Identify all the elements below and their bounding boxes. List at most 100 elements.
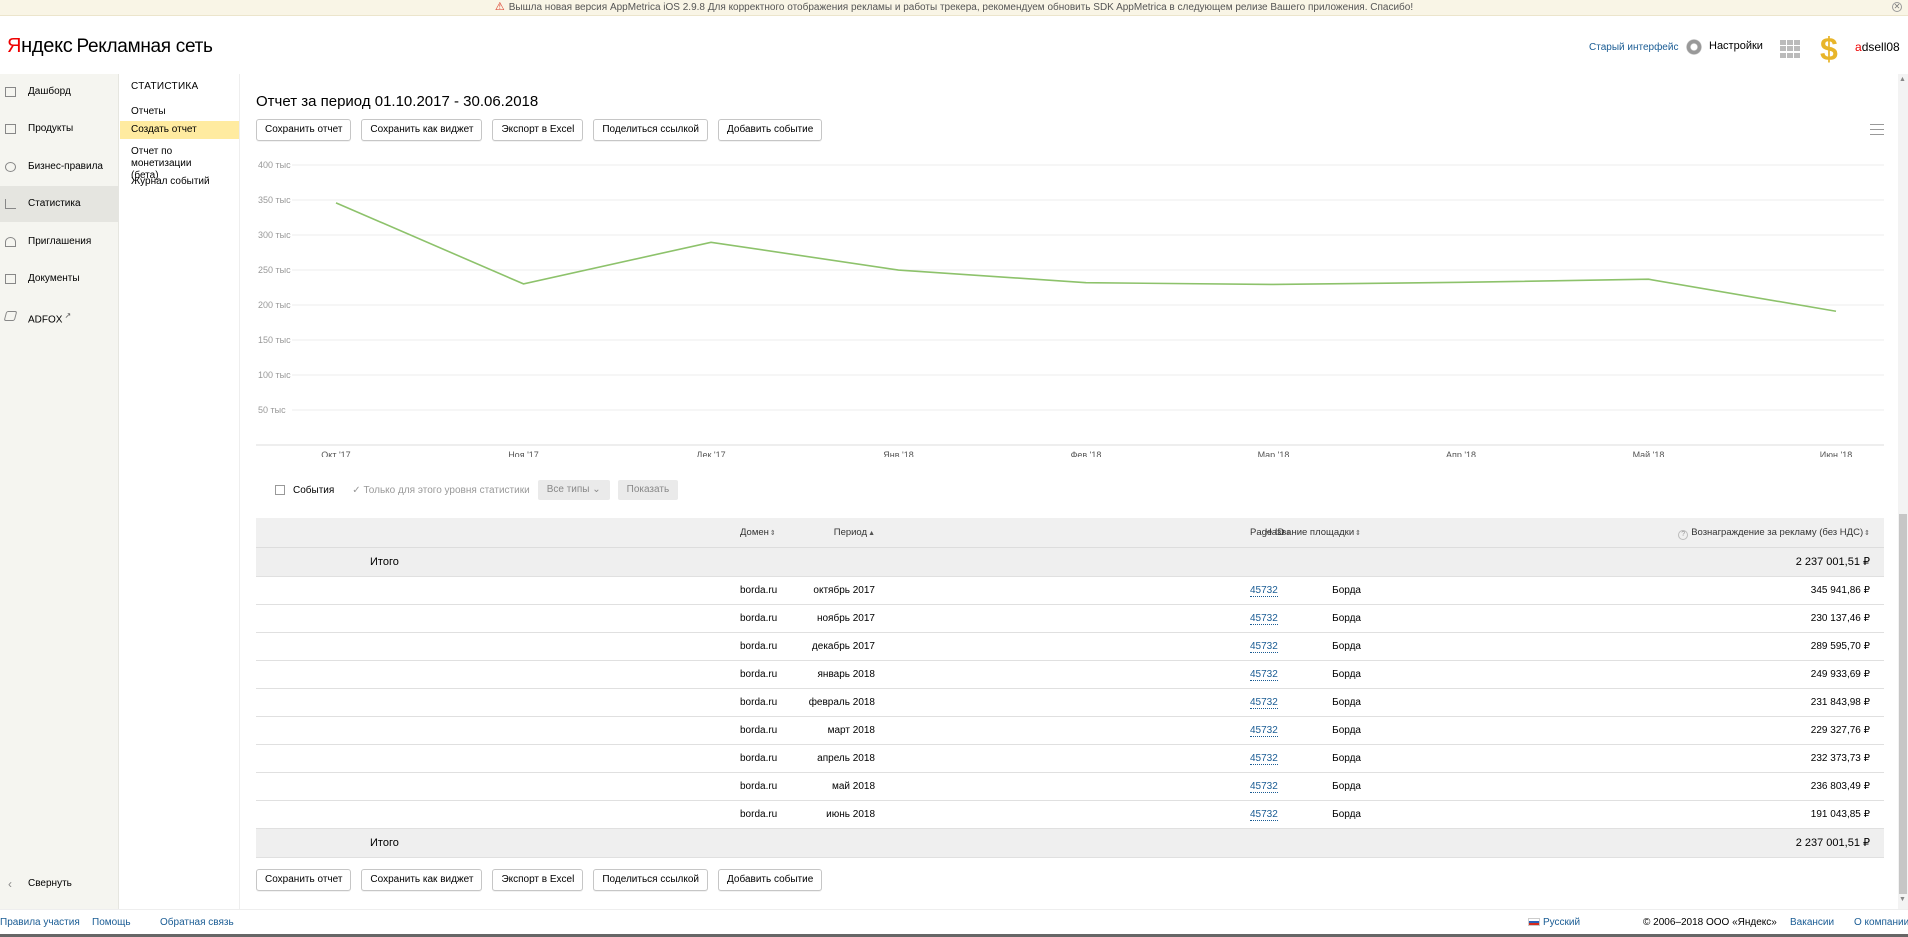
page-id-link[interactable]: 45732: [1250, 585, 1278, 597]
sidebar-item-statistics[interactable]: Статистика: [0, 186, 119, 222]
share-link-button[interactable]: Поделиться ссылкой: [593, 869, 708, 891]
cell-revenue: 232 373,73 ₽: [1810, 753, 1870, 764]
rules-icon: [5, 162, 16, 172]
only-level-label: Только для этого уровня статистики: [363, 484, 530, 496]
data-point[interactable]: [1647, 277, 1651, 281]
header-page-id[interactable]: Page ID⇕: [1250, 518, 1291, 549]
only-level-checkbox[interactable]: ✓ Только для этого уровня статистики: [352, 485, 529, 496]
user-login[interactable]: adsell08: [1855, 40, 1900, 54]
settings-link[interactable]: Настройки: [1709, 40, 1763, 52]
cell-page-id: 45732: [1250, 773, 1278, 801]
x-tick-label: Ноя '17: [508, 450, 539, 457]
page-id-link[interactable]: 45732: [1250, 613, 1278, 625]
data-point[interactable]: [709, 240, 713, 244]
user-rest: dsell08: [1861, 40, 1900, 54]
sidebar-item-business-rules[interactable]: Бизнес-правила: [0, 149, 119, 185]
data-point[interactable]: [1272, 282, 1276, 286]
header: Яндекс Рекламная сеть Старый интерфейс На…: [0, 16, 1908, 74]
page-id-link[interactable]: 45732: [1250, 697, 1278, 709]
subnav-create-report[interactable]: Создать отчет: [120, 121, 239, 139]
cell-domain: borda.ru: [740, 725, 778, 736]
cell-domain: borda.ru: [740, 809, 778, 820]
sort-icon: ⇕: [1864, 530, 1870, 537]
events-checkbox[interactable]: [275, 485, 285, 495]
footer-rules-link[interactable]: Правила участия: [0, 910, 80, 936]
y-tick-label: 50 тыс: [258, 405, 286, 415]
revenue-chart: 400 тыс 350 тыс 300 тыс 250 тыс 200 тыс 150 т…: [256, 157, 1884, 460]
data-point[interactable]: [1834, 309, 1838, 313]
save-report-button[interactable]: Сохранить отчет: [256, 869, 352, 891]
y-tick-label: 150 тыс: [258, 335, 291, 345]
add-event-button[interactable]: Добавить событие: [718, 119, 823, 141]
page-id-link[interactable]: 45732: [1250, 781, 1278, 793]
table-row: февраль 2018 borda.ru Борда 45732 231 843,98…: [256, 689, 1884, 717]
footer: Правила участия Помощь Обратная связь Ру…: [0, 909, 1908, 937]
page-id-link[interactable]: 45732: [1250, 641, 1278, 653]
header-revenue[interactable]: ? Вознаграждение за рекламу (без НДС)⇕: [1678, 518, 1870, 549]
data-point[interactable]: [897, 268, 901, 272]
data-point[interactable]: [522, 282, 526, 286]
footer-help-link[interactable]: Помощь: [92, 910, 131, 936]
apps-grid-icon[interactable]: [1780, 40, 1800, 58]
cell-revenue: 191 043,85 ₽: [1810, 809, 1870, 820]
cell-period: декабрь 2017: [811, 641, 875, 652]
yandex-logo[interactable]: Яндекс Рекламная сеть: [7, 35, 213, 58]
language-switcher[interactable]: Русский: [1528, 910, 1580, 936]
logo-first-letter: Я: [7, 35, 22, 57]
all-types-select[interactable]: Все типы ⌄: [537, 480, 610, 500]
data-point[interactable]: [334, 201, 338, 205]
collapse-sidebar-button[interactable]: ‹ Свернуть: [0, 874, 72, 894]
info-icon[interactable]: ?: [1678, 530, 1689, 540]
sidebar-item-adfox[interactable]: ADFOX ↗: [0, 298, 119, 334]
subnav-event-log[interactable]: Журнал событий: [120, 173, 239, 191]
gear-icon[interactable]: [1685, 38, 1703, 56]
show-button[interactable]: Показать: [617, 480, 679, 500]
page-id-link[interactable]: 45732: [1250, 753, 1278, 765]
cell-site-name: Борда: [1332, 725, 1361, 736]
data-point[interactable]: [1459, 280, 1463, 284]
table-row: октябрь 2017 borda.ru Борда 45732 345 941,86…: [256, 577, 1884, 605]
table-row: март 2018 borda.ru Борда 45732 229 327,76 ₽: [256, 717, 1884, 745]
russia-flag-icon: [1528, 918, 1540, 926]
all-types-label: Все типы: [546, 484, 590, 495]
export-excel-button[interactable]: Экспорт в Excel: [492, 869, 584, 891]
share-link-button[interactable]: Поделиться ссылкой: [593, 119, 708, 141]
page-id-link[interactable]: 45732: [1250, 725, 1278, 737]
subnav-reports[interactable]: Отчеты: [120, 103, 239, 121]
page-scrollbar[interactable]: ▲ ▼: [1898, 74, 1908, 909]
sidebar-item-invitations[interactable]: Приглашения: [0, 224, 119, 260]
cell-period: октябрь 2017: [813, 585, 875, 596]
header-period[interactable]: Период▲: [834, 518, 875, 549]
save-as-widget-button[interactable]: Сохранить как виджет: [361, 119, 483, 141]
sidebar-item-products[interactable]: Продукты: [0, 111, 119, 147]
footer-feedback-link[interactable]: Обратная связь: [160, 910, 234, 936]
old-interface-link[interactable]: Старый интерфейс: [1589, 42, 1678, 53]
total-row-top: Итого 2 237 001,51 ₽: [256, 548, 1884, 577]
x-tick-label: Фев '18: [1071, 450, 1102, 457]
footer-about-link[interactable]: О компании: [1854, 910, 1908, 936]
scrollbar-thumb[interactable]: [1899, 514, 1907, 894]
settings-sliders-icon[interactable]: [1870, 124, 1884, 136]
save-report-button[interactable]: Сохранить отчет: [256, 119, 352, 141]
data-point[interactable]: [1084, 281, 1088, 285]
y-tick-label: 350 тыс: [258, 195, 291, 205]
add-event-button[interactable]: Добавить событие: [718, 869, 823, 891]
page-id-link[interactable]: 45732: [1250, 669, 1278, 681]
table-row: декабрь 2017 borda.ru Борда 45732 289 595,70…: [256, 633, 1884, 661]
sidebar-item-label: Приглашения: [28, 236, 92, 247]
cell-revenue: 230 137,46 ₽: [1810, 613, 1870, 624]
copyright: © 2006–2018 ООО «Яндекс»: [1643, 917, 1777, 928]
export-excel-button[interactable]: Экспорт в Excel: [492, 119, 584, 141]
sidebar-item-documents[interactable]: Документы: [0, 261, 119, 297]
header-domain[interactable]: Домен⇕: [740, 518, 776, 549]
footer-vacancies-link[interactable]: Вакансии: [1790, 910, 1834, 936]
save-as-widget-button[interactable]: Сохранить как виджет: [361, 869, 483, 891]
sort-icon: ⇕: [1285, 530, 1292, 537]
sidebar-item-label: Статистика: [28, 198, 81, 209]
total-value: 2 237 001,51 ₽: [1795, 556, 1870, 568]
total-label: Итого: [370, 556, 399, 568]
page-id-link[interactable]: 45732: [1250, 809, 1278, 821]
cell-domain: borda.ru: [740, 669, 778, 680]
sidebar-item-dashboard[interactable]: Дашборд: [0, 74, 119, 110]
close-icon[interactable]: ✕: [1892, 2, 1902, 12]
